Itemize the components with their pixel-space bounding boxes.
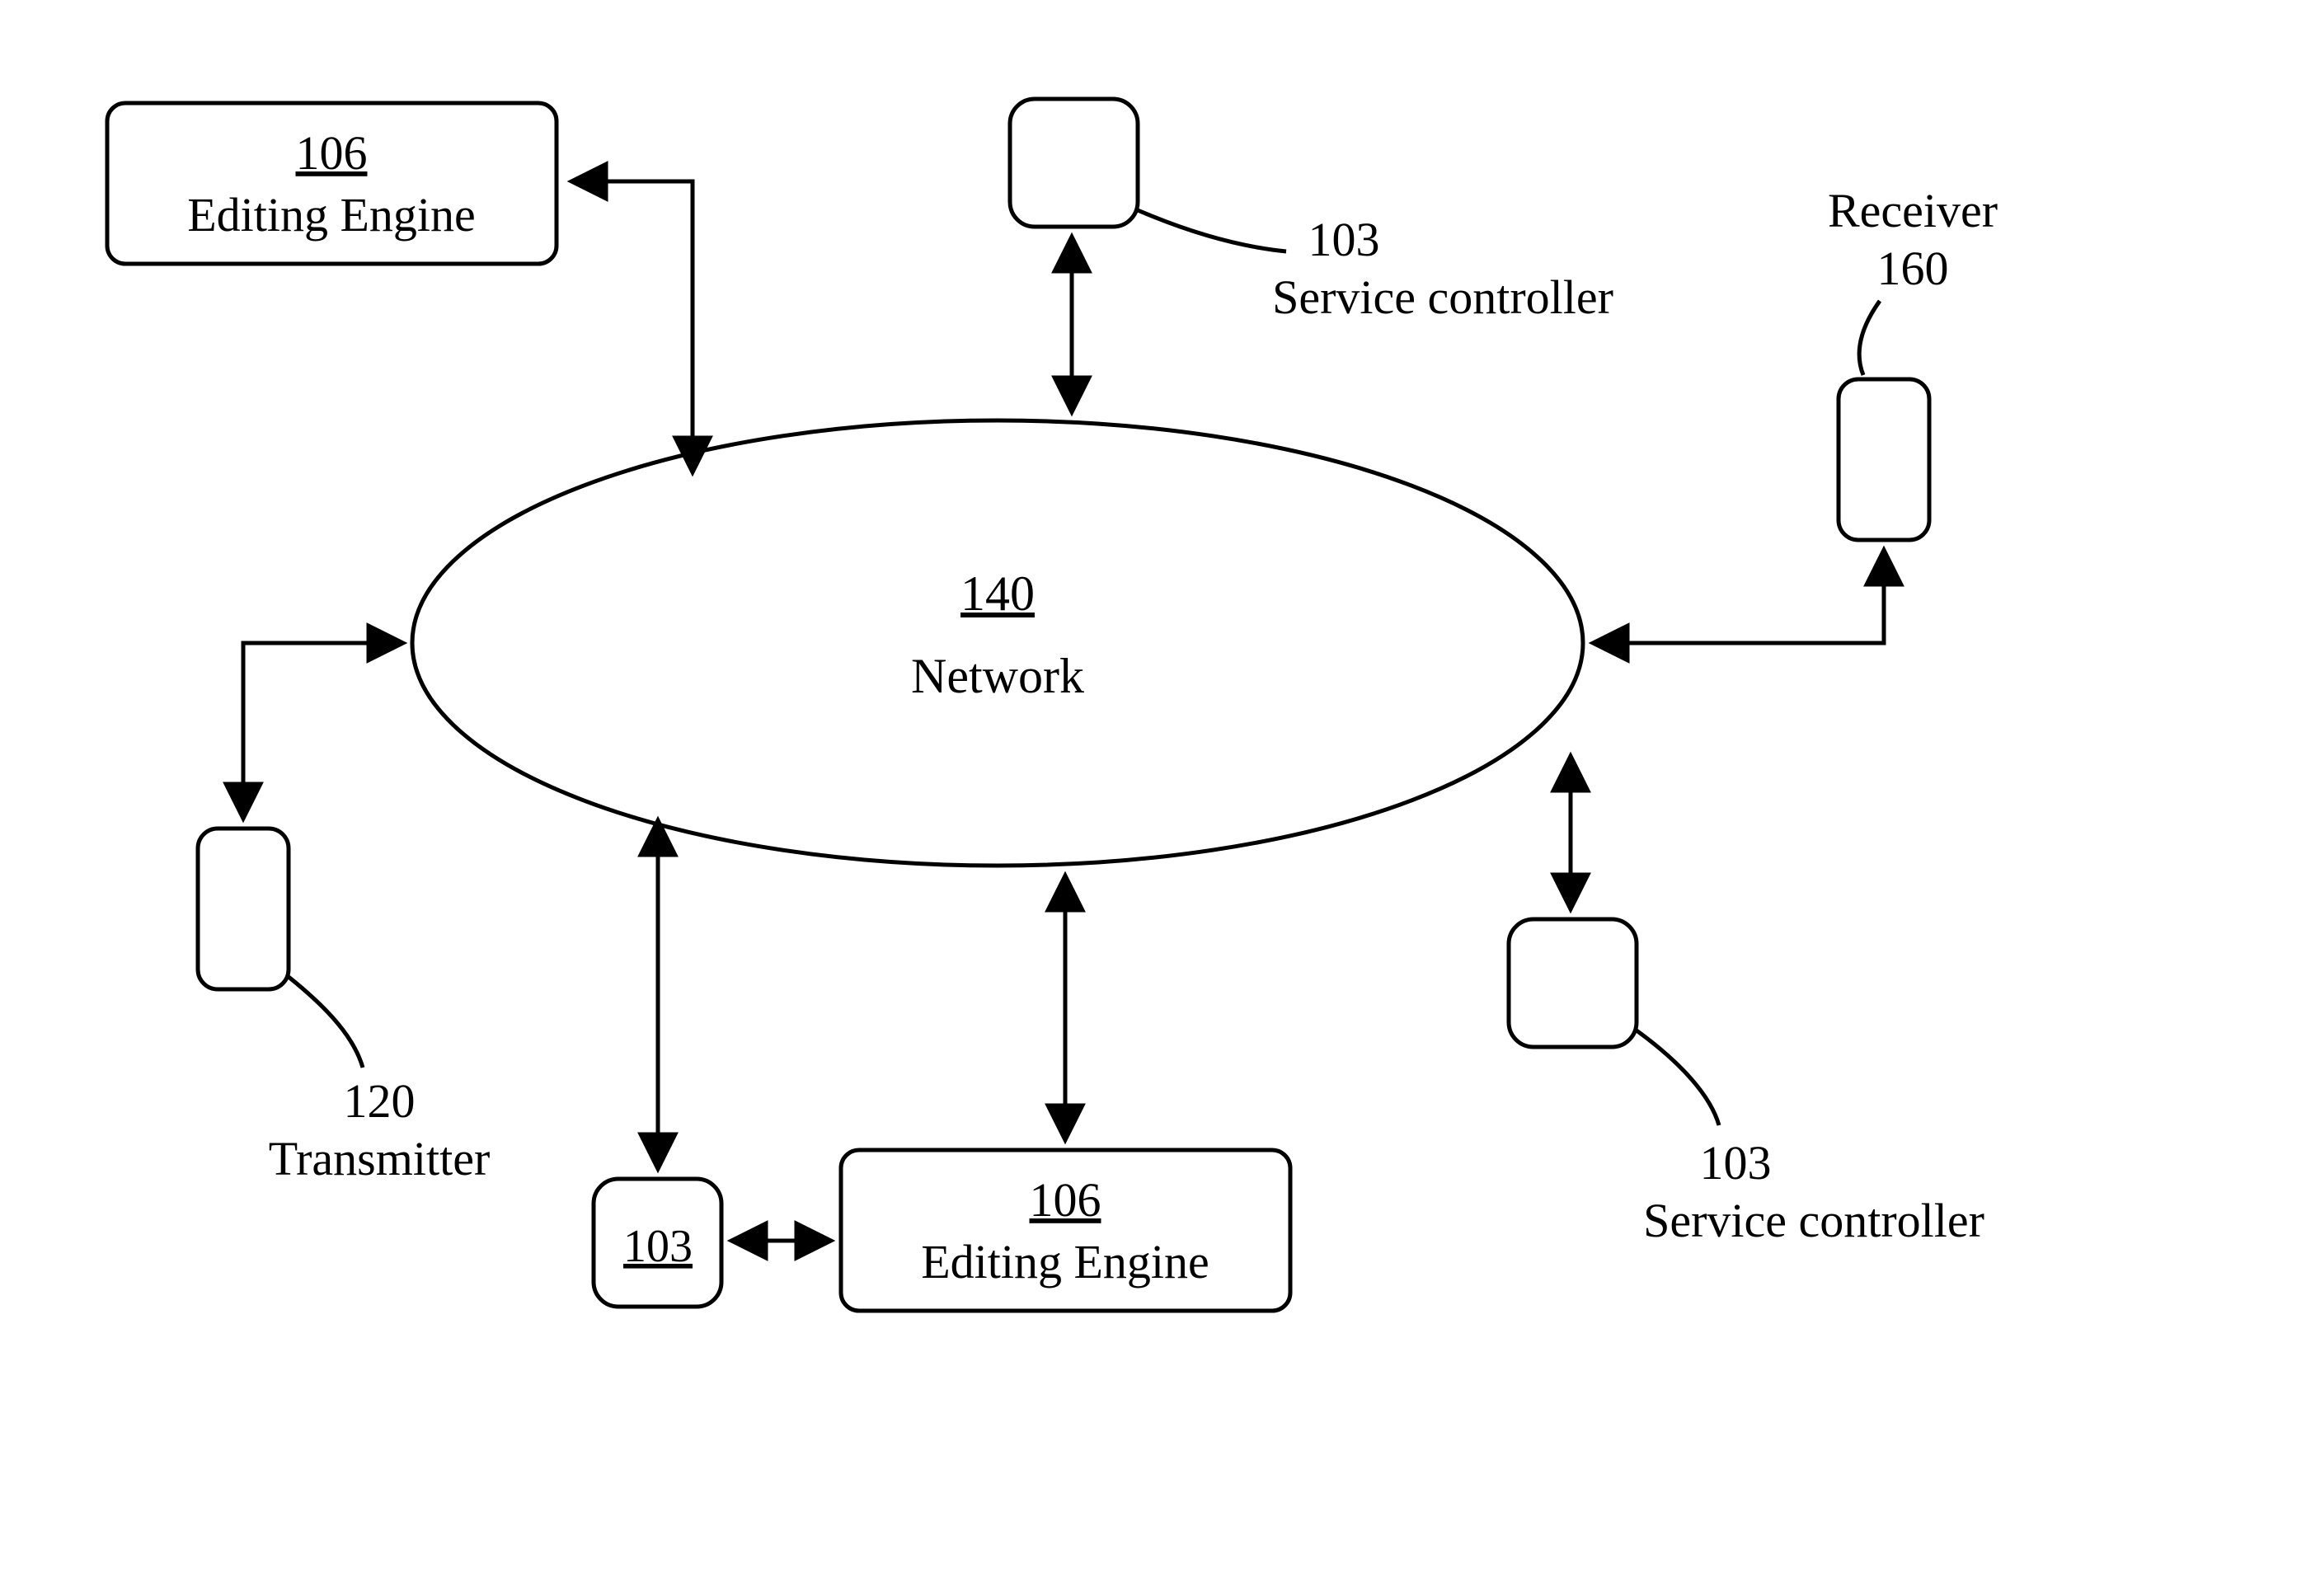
service-controller-bottom-right-box: [1509, 919, 1637, 1047]
network-node: [412, 420, 1583, 866]
service-controller-top-box: [1010, 99, 1138, 227]
service-controller-top-number: 103: [1308, 213, 1380, 266]
connector-transmitter-network: [243, 643, 401, 816]
editing-engine-bottom-number: 106: [1030, 1173, 1101, 1227]
receiver-number: 160: [1877, 242, 1949, 295]
transmitter-label: Transmitter: [269, 1132, 491, 1185]
service-controller-bottom-left-number: 103: [623, 1221, 693, 1272]
transmitter-box: [198, 829, 289, 989]
transmitter-number: 120: [344, 1074, 416, 1128]
editing-engine-top-label: Editing Engine: [187, 188, 476, 242]
service-controller-top-label: Service controller: [1272, 270, 1613, 324]
network-diagram: 140 Network 106 Editing Engine 103 Servi…: [0, 0, 2306, 1596]
network-label: Network: [911, 649, 1084, 703]
leader-sc-top: [1138, 210, 1286, 251]
editing-engine-top-number: 106: [296, 126, 368, 180]
receiver-label: Receiver: [1828, 184, 1998, 237]
leader-transmitter: [289, 977, 363, 1068]
leader-receiver: [1859, 301, 1880, 375]
leader-sc-br: [1637, 1030, 1719, 1125]
receiver-box: [1839, 379, 1929, 540]
service-controller-br-number: 103: [1700, 1136, 1772, 1190]
network-number: 140: [960, 566, 1035, 621]
editing-engine-bottom-label: Editing Engine: [921, 1235, 1209, 1289]
connector-editing-top-network: [574, 181, 693, 470]
service-controller-br-label: Service controller: [1643, 1194, 1984, 1247]
connector-receiver-network: [1595, 552, 1884, 643]
